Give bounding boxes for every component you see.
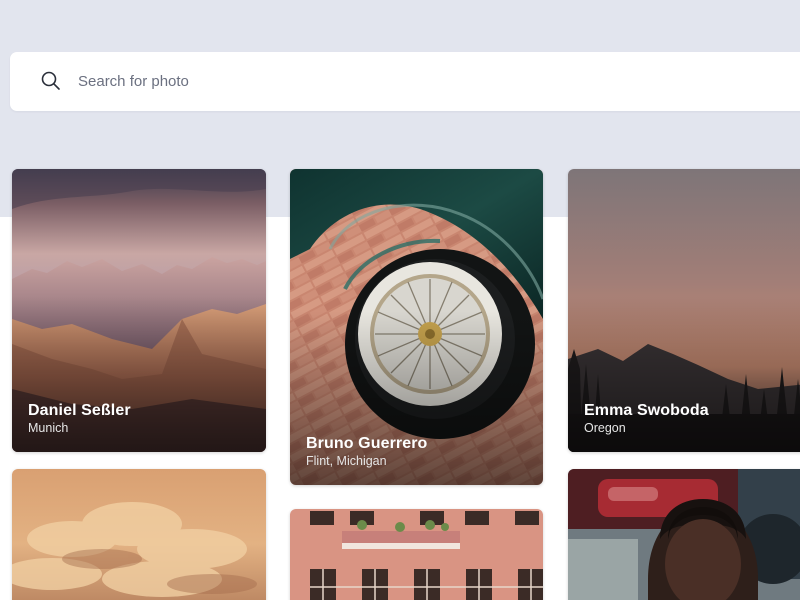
photo-card[interactable]	[12, 469, 266, 600]
photo-sunset-clouds	[12, 469, 266, 600]
search-bar[interactable]	[10, 52, 800, 111]
search-icon	[41, 71, 60, 90]
photographer-name: Daniel Seßler	[28, 402, 131, 419]
search-input[interactable]	[78, 52, 778, 111]
photo-caption: Emma Swoboda Oregon	[584, 401, 709, 436]
photo-gallery-page: Daniel Seßler Munich	[0, 0, 800, 600]
photographer-name: Bruno Guerrero	[306, 435, 428, 452]
photo-portrait	[568, 469, 800, 600]
photo-caption: Daniel Seßler Munich	[28, 401, 131, 436]
photo-card[interactable]	[568, 469, 800, 600]
photo-location: Oregon	[584, 421, 626, 435]
photo-location: Flint, Michigan	[306, 454, 387, 468]
photo-location: Munich	[28, 421, 69, 435]
photo-card[interactable]: Emma Swoboda Oregon	[568, 169, 800, 452]
photo-caption: Bruno Guerrero Flint, Michigan	[306, 434, 427, 469]
photo-pink-building	[290, 509, 543, 600]
photo-card[interactable]: Daniel Seßler Munich	[12, 169, 266, 452]
photographer-name: Emma Swoboda	[584, 402, 709, 419]
photo-card[interactable]	[290, 509, 543, 600]
photo-card[interactable]: Bruno Guerrero Flint, Michigan	[290, 169, 543, 485]
